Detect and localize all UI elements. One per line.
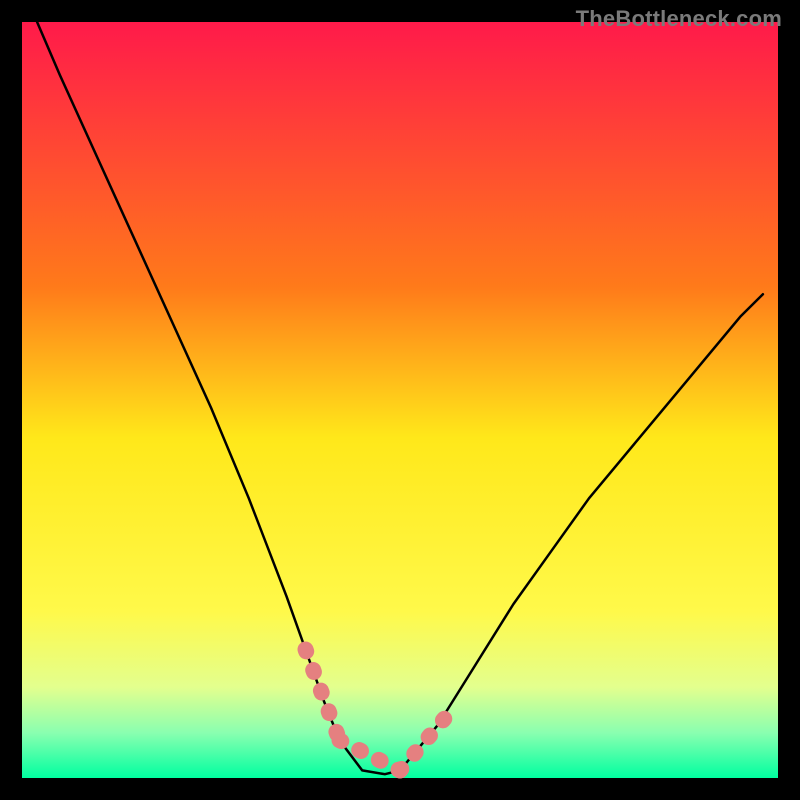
plot-background	[22, 22, 778, 778]
bottleneck-chart-svg	[0, 0, 800, 800]
chart-container: TheBottleneck.com	[0, 0, 800, 800]
watermark-text: TheBottleneck.com	[576, 6, 782, 32]
